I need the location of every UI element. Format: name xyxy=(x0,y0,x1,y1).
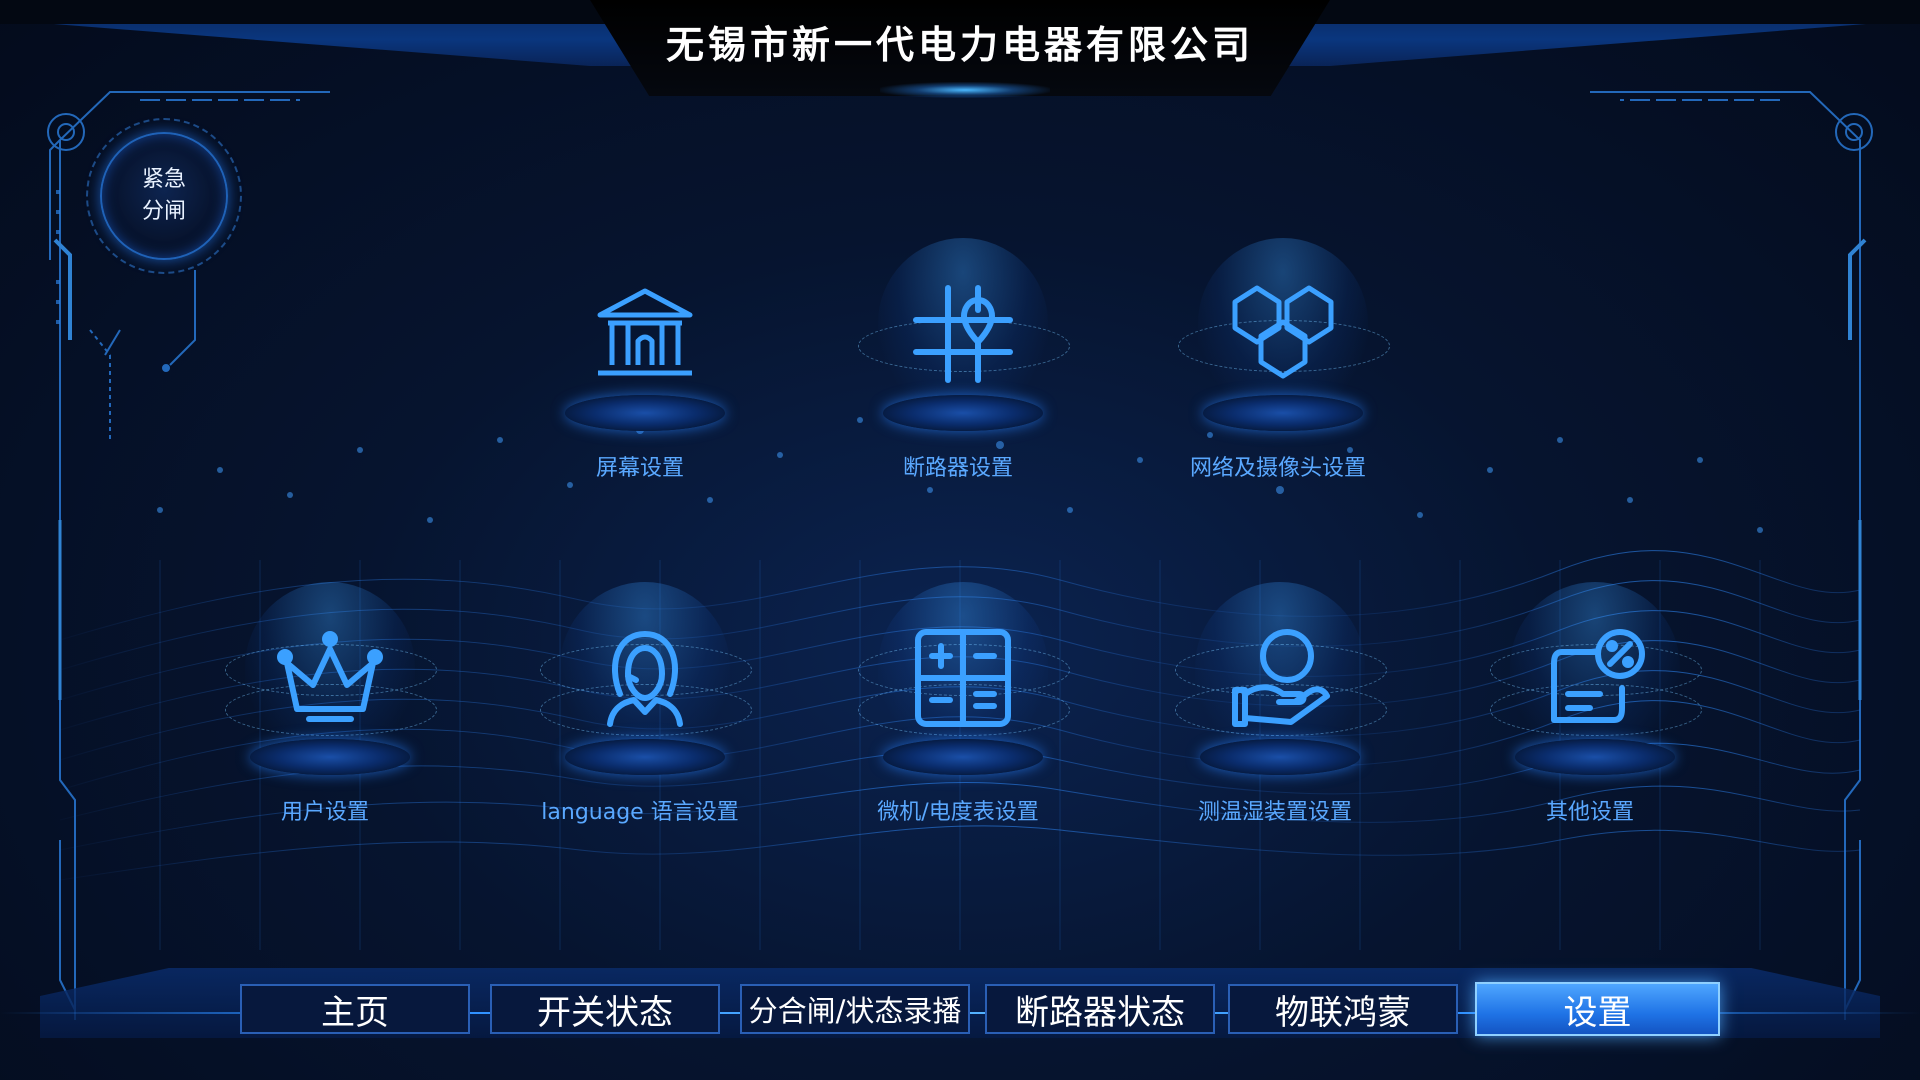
nav-trip-record[interactable]: 分合闸/状态录播 xyxy=(740,984,970,1034)
title-glow xyxy=(880,82,1050,98)
screen-settings-item[interactable]: 屏幕设置 xyxy=(520,250,760,500)
item-base xyxy=(250,739,410,775)
item-base xyxy=(1203,395,1363,431)
nav-breaker-status[interactable]: 断路器状态 xyxy=(985,984,1215,1034)
item-base xyxy=(1200,739,1360,775)
person-headset-icon xyxy=(585,624,705,734)
calculator-icon xyxy=(903,624,1023,734)
item-base xyxy=(1515,739,1675,775)
crosshair-pin-icon xyxy=(903,280,1023,390)
item-label: 微机/电度表设置 xyxy=(877,800,1039,825)
emergency-line1: 紧急 xyxy=(141,167,186,192)
item-base xyxy=(883,739,1043,775)
nav-settings[interactable]: 设置 xyxy=(1475,982,1720,1036)
item-label: 用户设置 xyxy=(280,800,369,825)
item-base xyxy=(883,395,1043,431)
item-label: 测温湿装置设置 xyxy=(1197,800,1352,825)
meter-settings-item[interactable]: 微机/电度表设置 xyxy=(838,582,1078,844)
language-settings-item[interactable]: language 语言设置 xyxy=(520,582,760,844)
user-settings-item[interactable]: 用户设置 xyxy=(205,582,445,844)
item-base xyxy=(565,395,725,431)
nav-switch-status[interactable]: 开关状态 xyxy=(490,984,720,1034)
page-title: 无锡市新一代电力电器有限公司 xyxy=(665,23,1254,67)
percent-document-icon xyxy=(1535,624,1655,734)
item-label: 断路器设置 xyxy=(902,456,1013,481)
hexagon-network-icon xyxy=(1223,280,1343,390)
hand-coin-icon xyxy=(1220,624,1340,734)
item-label: 网络及摄像头设置 xyxy=(1189,456,1366,481)
crown-icon xyxy=(270,624,390,734)
network-camera-settings-item[interactable]: 网络及摄像头设置 xyxy=(1158,238,1398,500)
bank-building-icon xyxy=(585,280,705,390)
temp-humidity-settings-item[interactable]: 测温湿装置设置 xyxy=(1155,582,1395,844)
emergency-line2: 分闸 xyxy=(141,199,186,224)
emergency-trip-button[interactable]: 紧急 分闸 xyxy=(100,132,228,260)
item-label: 屏幕设置 xyxy=(595,456,684,481)
breaker-settings-item[interactable]: 断路器设置 xyxy=(838,238,1078,500)
other-settings-item[interactable]: 其他设置 xyxy=(1470,582,1710,844)
item-label: language 语言设置 xyxy=(541,800,739,825)
nav-iot-harmony[interactable]: 物联鸿蒙 xyxy=(1228,984,1458,1034)
item-label: 其他设置 xyxy=(1545,800,1634,825)
item-base xyxy=(565,739,725,775)
nav-home[interactable]: 主页 xyxy=(240,984,470,1034)
